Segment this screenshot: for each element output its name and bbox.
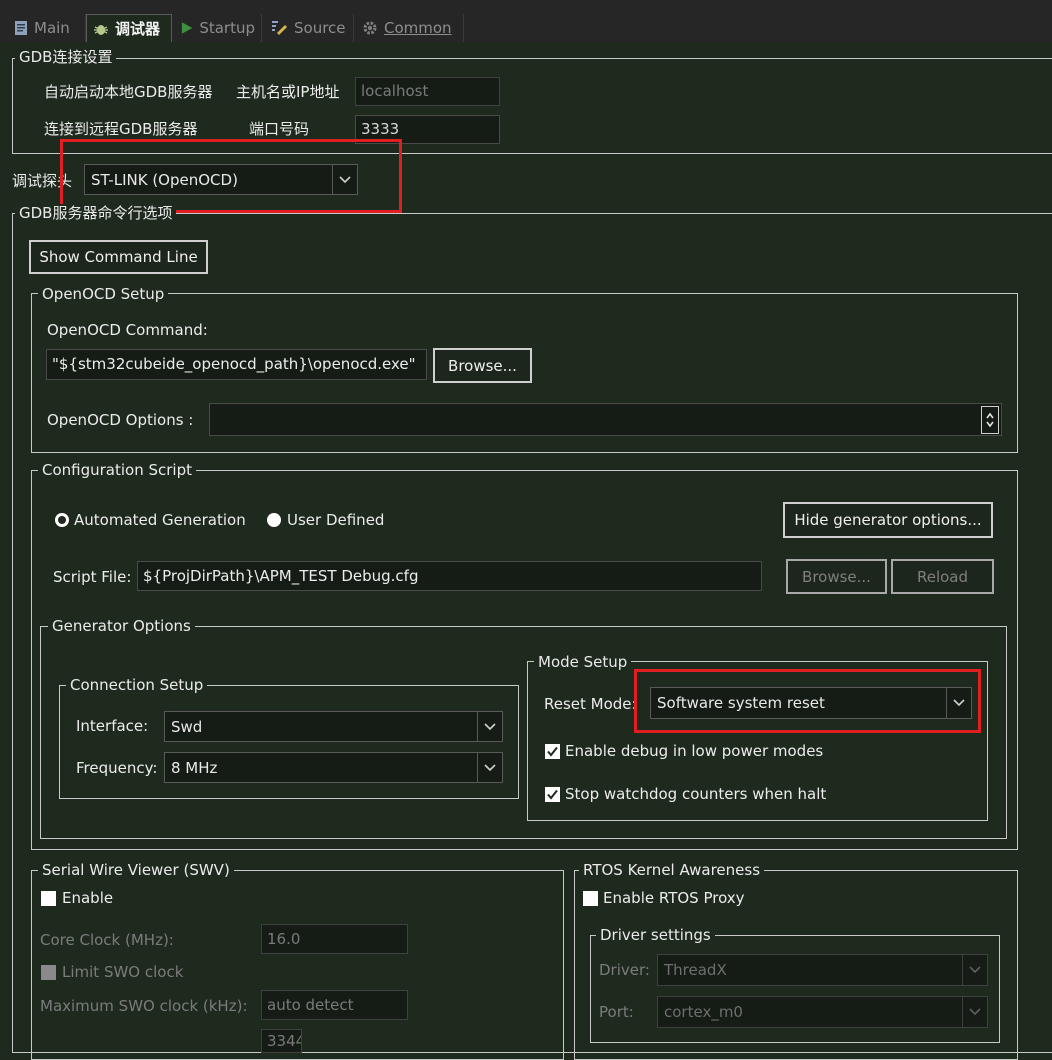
configuration-script-legend: Configuration Script (38, 461, 196, 479)
reload-button[interactable]: Reload (891, 559, 994, 594)
scroll-spinner-icon[interactable] (981, 406, 999, 434)
tab-main[interactable]: Main (8, 14, 86, 42)
auto-start-local-gdb-label[interactable]: 自动启动本地GDB服务器 (44, 82, 212, 102)
automated-generation-label[interactable]: Automated Generation (74, 510, 246, 530)
show-command-line-button[interactable]: Show Command Line (29, 240, 208, 274)
connection-setup-legend: Connection Setup (66, 676, 208, 694)
openocd-command-label: OpenOCD Command: (47, 321, 208, 339)
rtos-proxy-checkbox[interactable] (583, 891, 598, 906)
main-tab-icon (15, 21, 27, 35)
user-defined-label[interactable]: User Defined (287, 510, 384, 530)
tab-bar: Main 调试器 Startup Source Common (0, 0, 1052, 42)
openocd-options-input[interactable] (209, 403, 1002, 436)
script-file-label: Script File: (53, 568, 132, 586)
chevron-down-icon (477, 753, 502, 782)
core-clock-input[interactable]: 16.0 (261, 924, 408, 954)
openocd-setup-legend: OpenOCD Setup (38, 285, 169, 303)
gdb-connection-legend: GDB连接设置 (15, 48, 117, 66)
play-icon (181, 22, 193, 34)
openocd-options-label: OpenOCD Options : (47, 411, 194, 429)
script-file-input[interactable]: ${ProjDirPath}\APM_TEST Debug.cfg (137, 561, 762, 591)
generator-options-legend: Generator Options (48, 617, 195, 635)
tab-common-label: Common (384, 19, 452, 37)
rtos-proxy-label[interactable]: Enable RTOS Proxy (603, 888, 745, 908)
swv-enable-label[interactable]: Enable (62, 888, 113, 908)
driver-value: ThreadX (664, 961, 727, 979)
tab-source-label: Source (294, 19, 346, 37)
port-select-label: Port: (599, 1003, 634, 1021)
tab-common[interactable]: Common (356, 14, 464, 42)
swv-legend: Serial Wire Viewer (SWV) (38, 861, 234, 879)
chevron-down-icon (962, 955, 987, 985)
interface-value: Swd (171, 717, 203, 736)
openocd-command-input[interactable]: "${stm32cubeide_openocd_path}\openocd.ex… (46, 349, 427, 380)
driver-select[interactable]: ThreadX (657, 954, 988, 986)
tab-source[interactable]: Source (264, 14, 354, 42)
interface-label: Interface: (76, 717, 149, 735)
max-swo-clock-label: Maximum SWO clock (kHz): (40, 997, 248, 1015)
low-power-debug-label[interactable]: Enable debug in low power modes (565, 741, 823, 761)
frequency-value: 8 MHz (171, 758, 218, 777)
limit-swo-checkbox[interactable] (41, 965, 56, 980)
chevron-down-icon (477, 712, 502, 741)
stop-watchdog-checkbox[interactable] (545, 787, 560, 802)
tab-startup-label: Startup (199, 19, 255, 37)
frequency-select[interactable]: 8 MHz (164, 752, 503, 783)
swv-enable-checkbox[interactable] (41, 891, 56, 906)
reset-mode-highlight-box (634, 669, 981, 733)
mode-setup-legend: Mode Setup (534, 653, 632, 671)
tab-main-label: Main (34, 19, 70, 37)
host-label: 主机名或IP地址 (236, 83, 340, 101)
automated-generation-radio[interactable] (55, 513, 69, 527)
connect-remote-gdb-label[interactable]: 连接到远程GDB服务器 (44, 119, 197, 139)
core-clock-label: Core Clock (MHz): (40, 931, 174, 949)
port-number-input[interactable]: 3344 (261, 1029, 302, 1053)
host-input[interactable]: localhost (355, 77, 500, 106)
hide-generator-options-button[interactable]: Hide generator options... (783, 502, 993, 538)
gdb-server-options-legend: GDB服务器命令行选项 (15, 204, 177, 222)
tab-debugger-label: 调试器 (115, 20, 161, 38)
probe-highlight-box (60, 139, 402, 213)
user-defined-radio[interactable] (267, 513, 281, 527)
script-browse-button[interactable]: Browse... (786, 559, 887, 594)
stop-watchdog-label[interactable]: Stop watchdog counters when halt (565, 784, 826, 804)
low-power-debug-checkbox[interactable] (545, 744, 560, 759)
port-label: 端口号码 (249, 120, 310, 138)
gear-icon (363, 21, 377, 35)
rtos-legend: RTOS Kernel Awareness (579, 861, 765, 879)
chevron-down-icon (962, 997, 987, 1027)
tab-debugger[interactable]: 调试器 (86, 14, 172, 42)
frequency-label: Frequency: (76, 759, 158, 777)
source-icon (272, 21, 287, 35)
limit-swo-label[interactable]: Limit SWO clock (62, 962, 183, 982)
interface-select[interactable]: Swd (164, 711, 503, 742)
max-swo-clock-input[interactable]: auto detect (261, 990, 408, 1020)
debugger-bug-icon (94, 24, 108, 35)
port-select-value: cortex_m0 (664, 1003, 743, 1021)
tab-startup[interactable]: Startup (174, 14, 262, 42)
openocd-browse-button[interactable]: Browse... (433, 348, 532, 383)
reset-mode-label: Reset Mode: (544, 695, 637, 713)
port-select[interactable]: cortex_m0 (657, 996, 988, 1028)
driver-label: Driver: (599, 961, 650, 979)
driver-settings-legend: Driver settings (596, 926, 715, 944)
